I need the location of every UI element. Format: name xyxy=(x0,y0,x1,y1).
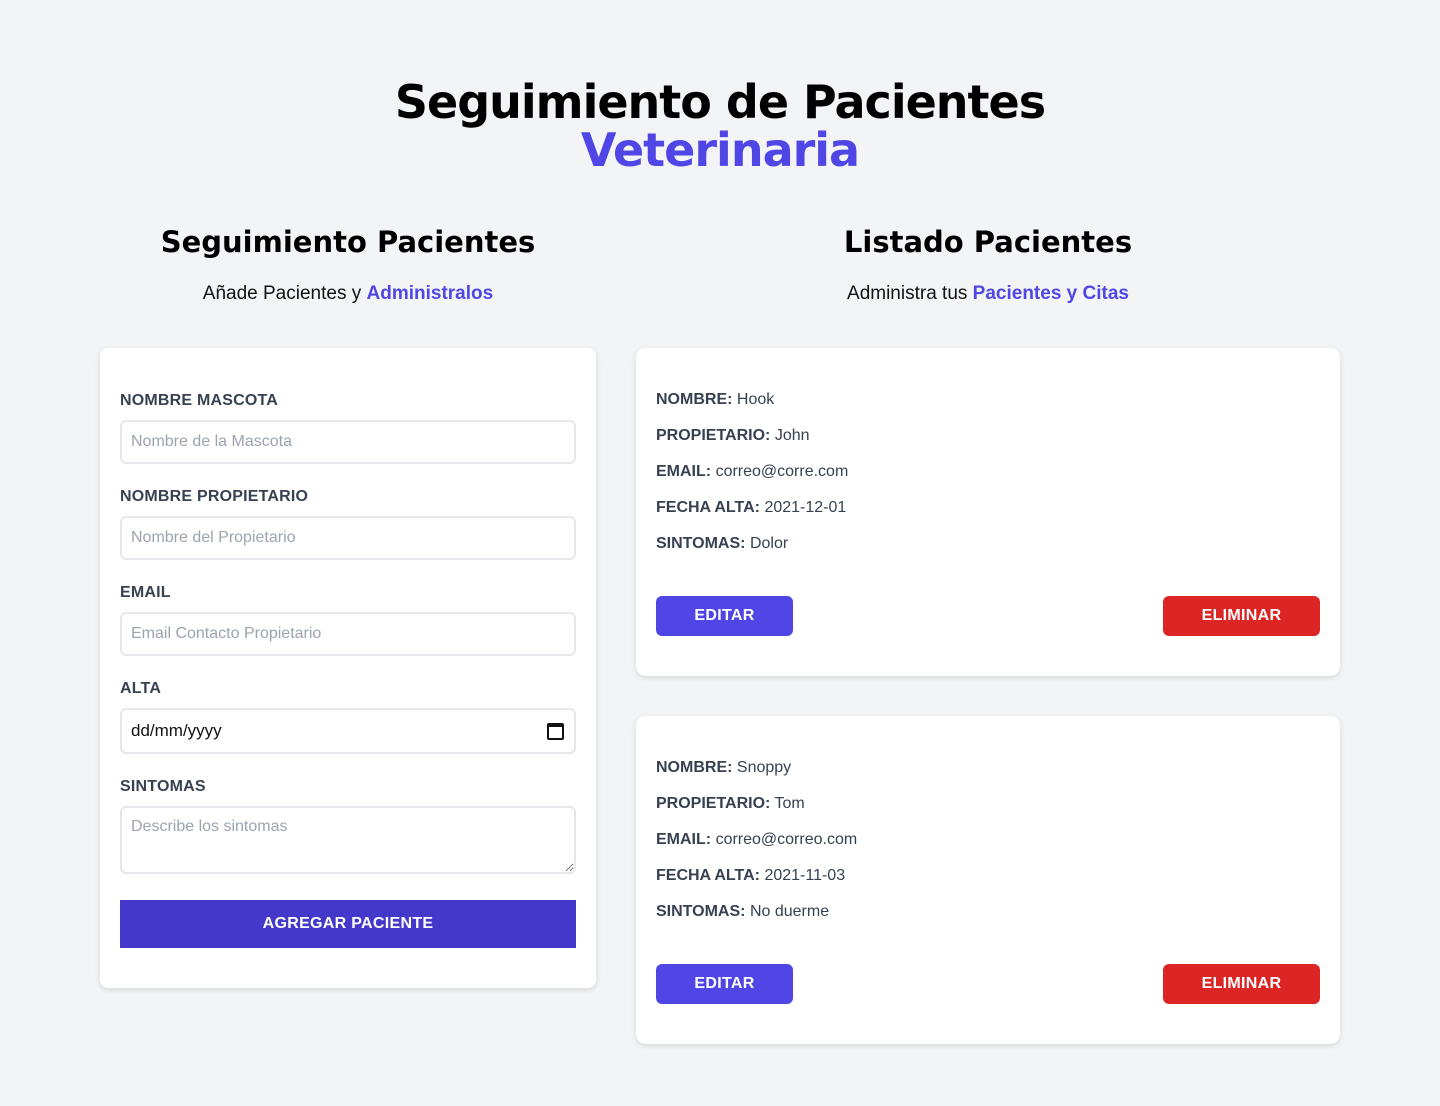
page-title-main: Seguimiento de Pacientes xyxy=(394,75,1046,129)
page-title-accent: Veterinaria xyxy=(580,123,860,177)
patient-date-value: 2021-11-03 xyxy=(764,867,846,884)
page-header: Seguimiento de Pacientes Veterinaria xyxy=(0,78,1440,174)
form-subtitle-highlight: Administralos xyxy=(366,283,494,304)
patient-name-key: Nombre: xyxy=(656,391,733,408)
delete-button[interactable]: Eliminar xyxy=(1163,964,1320,1004)
patient-owner-row: Propietario: John xyxy=(656,427,810,445)
symptoms-textarea[interactable] xyxy=(120,806,576,874)
list-section-subtitle: Administra tus Pacientes y Citas xyxy=(636,282,1340,306)
pet-name-label: NOMBRE MASCOTA xyxy=(120,392,279,409)
patient-owner-value: Tom xyxy=(774,795,805,812)
patient-email-key: Email: xyxy=(656,463,712,480)
patient-symptoms-row: Sintomas: Dolor xyxy=(656,535,788,553)
patient-owner-value: John xyxy=(774,427,810,444)
patient-card: Nombre: Hook Propietario: John Email: co… xyxy=(636,348,1340,676)
date-label: ALTA xyxy=(120,680,162,697)
patient-email-value: correo@corre.com xyxy=(715,463,849,480)
patient-email-row: Email: correo@correo.com xyxy=(656,831,857,849)
patient-symptoms-key: Sintomas: xyxy=(656,903,746,920)
date-input[interactable]: dd/mm/yyyy xyxy=(120,708,576,754)
patient-date-row: Fecha Alta: 2021-12-01 xyxy=(656,499,846,517)
edit-button[interactable]: Editar xyxy=(656,964,793,1004)
owner-name-input[interactable] xyxy=(120,516,576,560)
patient-name-value: Snoppy xyxy=(736,759,792,776)
add-patient-button[interactable]: AGREGAR PACIENTE xyxy=(120,900,576,948)
calendar-icon[interactable] xyxy=(547,722,564,740)
list-subtitle-highlight: Pacientes y Citas xyxy=(972,283,1129,304)
page-title: Seguimiento de Pacientes Veterinaria xyxy=(0,78,1440,174)
patient-symptoms-row: Sintomas: No duerme xyxy=(656,903,829,921)
list-section-title: Listado Pacientes xyxy=(843,225,1133,259)
email-label: EMAIL xyxy=(120,584,171,601)
form-subtitle-prefix: Añade Pacientes y xyxy=(202,283,367,304)
form-section-subtitle: Añade Pacientes y Administralos xyxy=(100,282,596,306)
patient-name-row: Nombre: Hook xyxy=(656,391,774,409)
patient-email-key: Email: xyxy=(656,831,712,848)
patient-name-row: Nombre: Snoppy xyxy=(656,759,791,777)
owner-name-label: NOMBRE PROPIETARIO xyxy=(120,488,309,505)
patient-symptoms-value: No duerme xyxy=(749,903,830,920)
patient-symptoms-value: Dolor xyxy=(749,535,789,552)
patient-email-row: Email: correo@corre.com xyxy=(656,463,848,481)
patient-email-value: correo@correo.com xyxy=(715,831,858,848)
patient-date-value: 2021-12-01 xyxy=(764,499,847,516)
date-input-value: dd/mm/yyyy xyxy=(131,721,222,740)
patient-card: Nombre: Snoppy Propietario: Tom Email: c… xyxy=(636,716,1340,1044)
delete-button[interactable]: Eliminar xyxy=(1163,596,1320,636)
patient-date-key: Fecha Alta: xyxy=(656,867,760,884)
edit-button[interactable]: Editar xyxy=(656,596,793,636)
patient-symptoms-key: Sintomas: xyxy=(656,535,746,552)
patient-name-value: Hook xyxy=(736,391,775,408)
patient-name-key: Nombre: xyxy=(656,759,733,776)
form-section-title: Seguimiento Pacientes xyxy=(160,225,536,259)
patient-date-row: Fecha Alta: 2021-11-03 xyxy=(656,867,845,885)
patient-date-key: Fecha Alta: xyxy=(656,499,760,516)
patient-form: NOMBRE MASCOTA NOMBRE PROPIETARIO EMAIL … xyxy=(100,348,596,988)
patient-owner-key: Propietario: xyxy=(656,427,771,444)
patient-owner-key: Propietario: xyxy=(656,795,771,812)
pet-name-input[interactable] xyxy=(120,420,576,464)
patient-owner-row: Propietario: Tom xyxy=(656,795,805,813)
symptoms-label: SINTOMAS xyxy=(120,778,206,795)
list-subtitle-prefix: Administra tus xyxy=(847,283,973,304)
email-input[interactable] xyxy=(120,612,576,656)
